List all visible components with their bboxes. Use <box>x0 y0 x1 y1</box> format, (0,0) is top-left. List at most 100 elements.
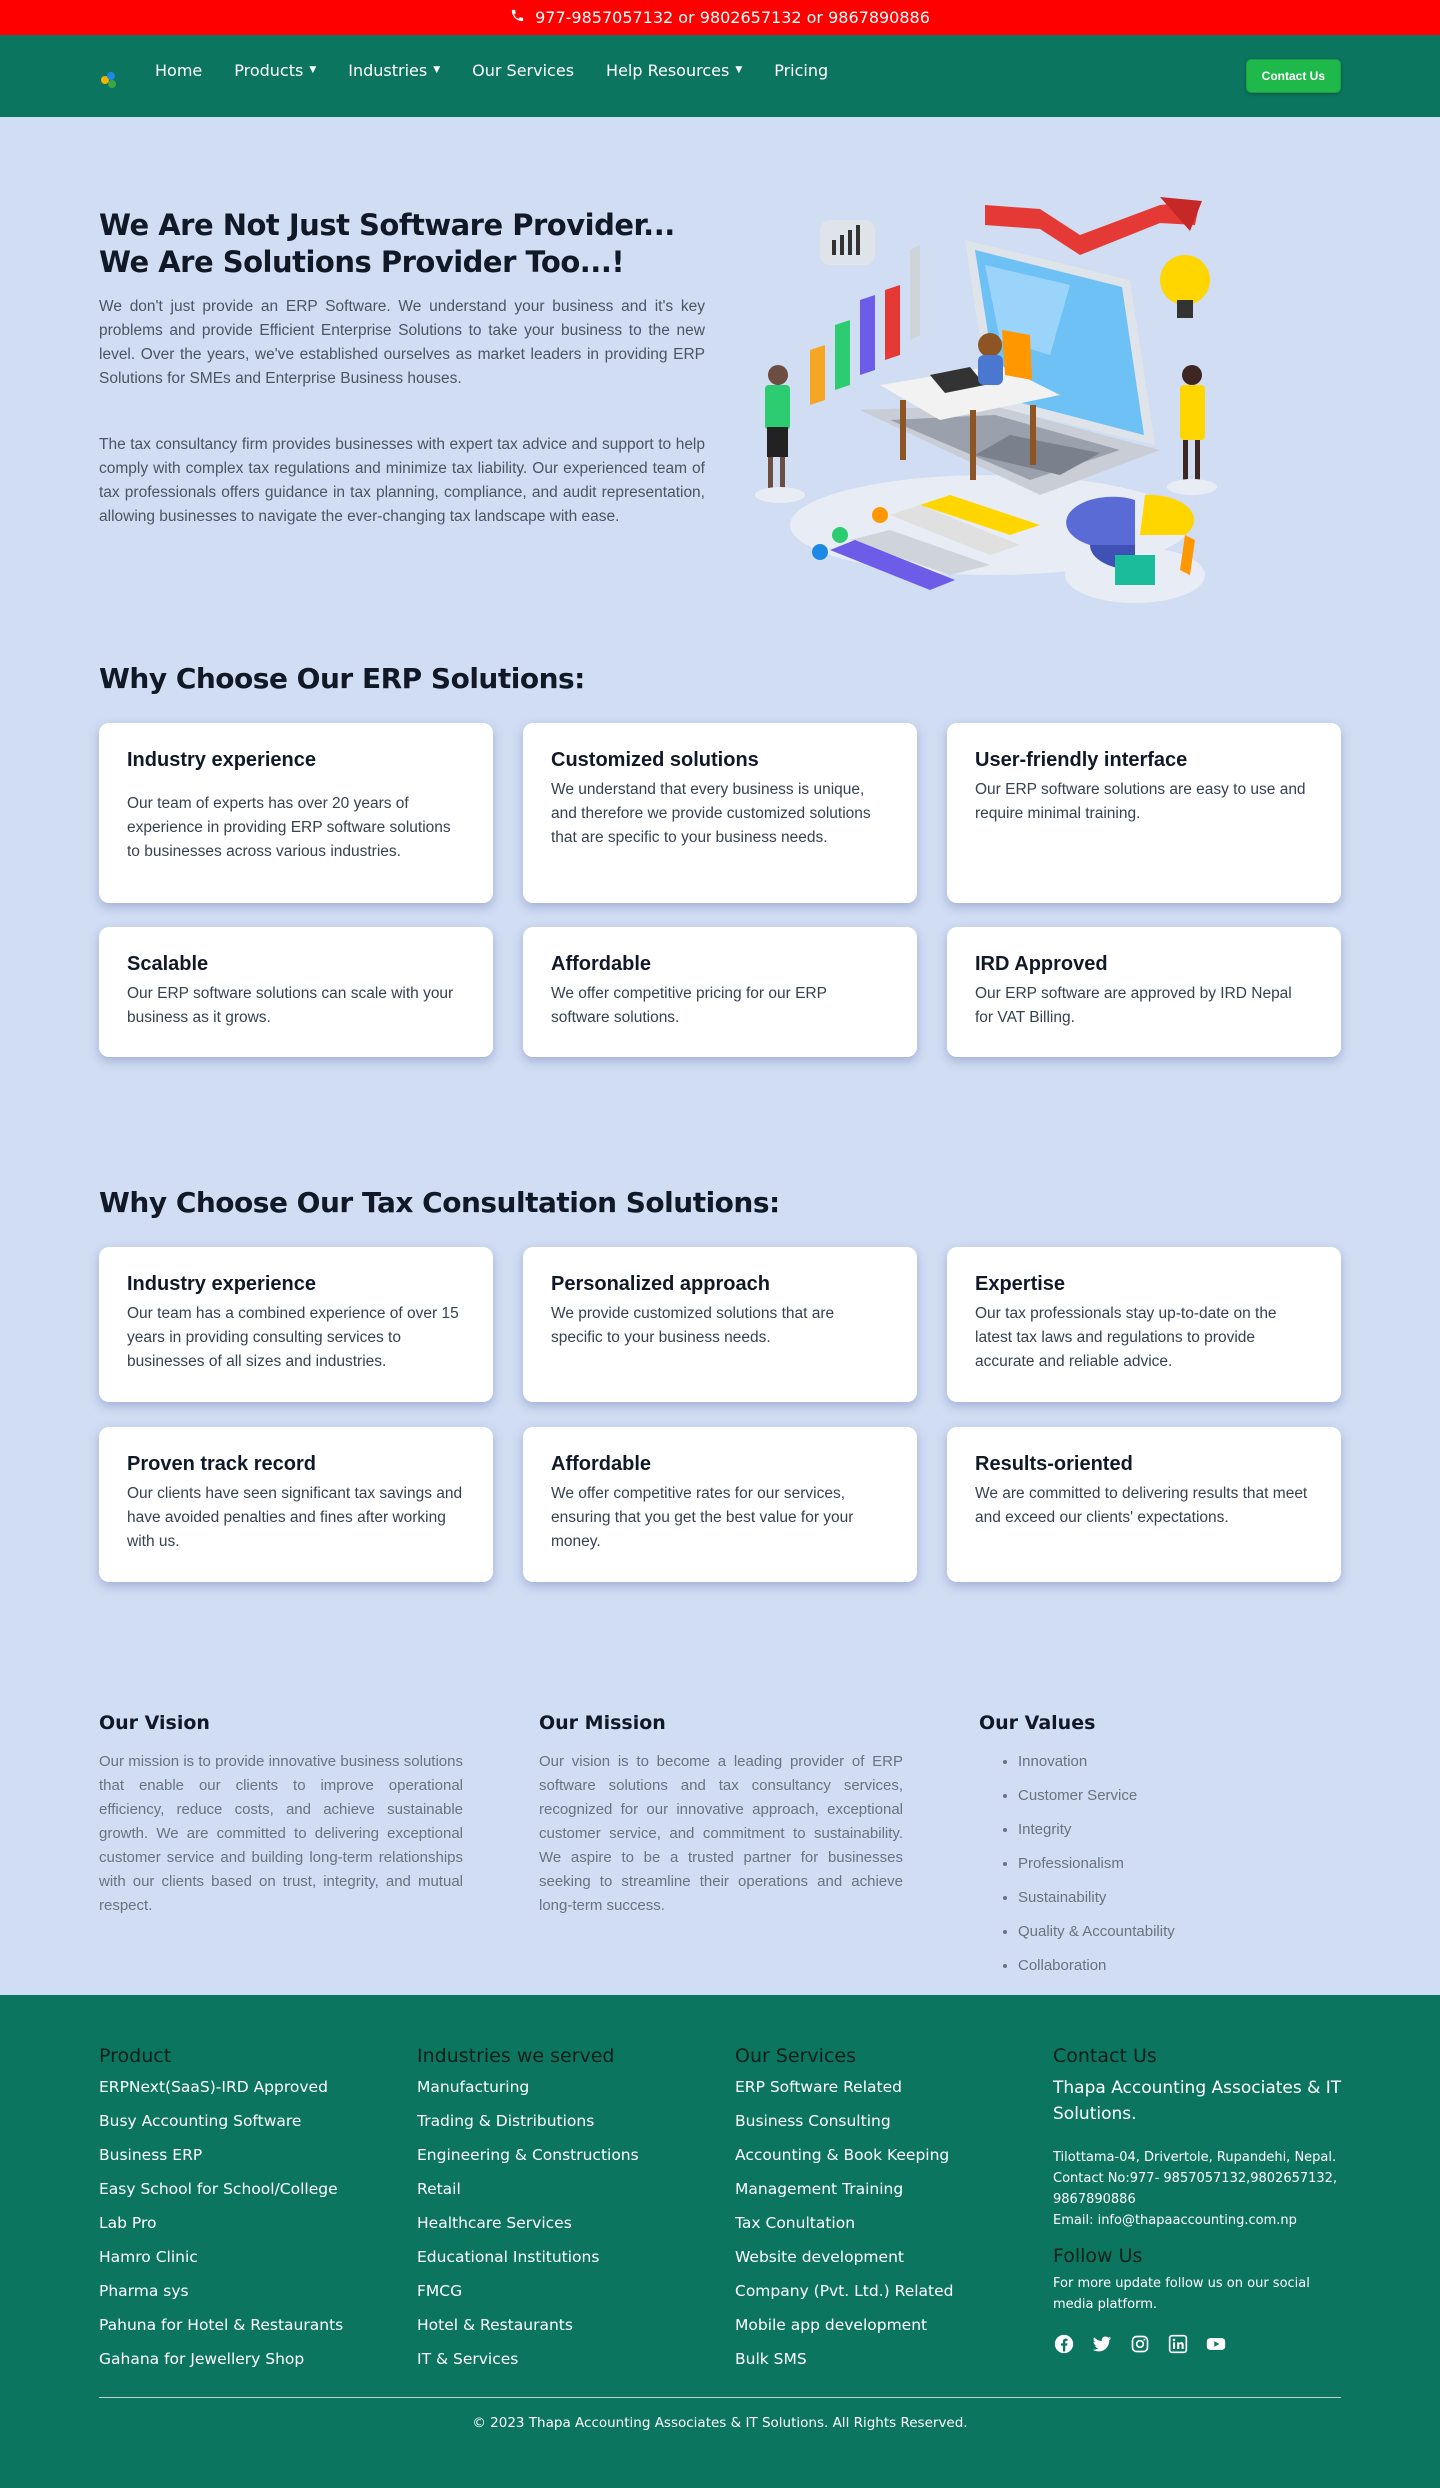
tax-card-results-oriented: Results-oriented We are committed to del… <box>947 1427 1341 1582</box>
tax-card-proven-track-record: Proven track record Our clients have see… <box>99 1427 493 1582</box>
footer-link[interactable]: Busy Accounting Software <box>99 2109 343 2143</box>
footer-services-title: Our Services <box>735 2045 856 2067</box>
values-item: Integrity <box>1018 1820 1175 1854</box>
footer-link[interactable]: Retail <box>417 2177 639 2211</box>
nav-our-services[interactable]: Our Services <box>472 61 574 80</box>
erp-card-user-friendly: User-friendly interface Our ERP software… <box>947 723 1341 903</box>
footer-link[interactable]: Business ERP <box>99 2143 343 2177</box>
footer-link[interactable]: Hamro Clinic <box>99 2245 343 2279</box>
footer-link[interactable]: Bulk SMS <box>735 2347 953 2381</box>
mission-text: Our vision is to become a leading provid… <box>539 1753 903 1914</box>
hero-illustration <box>755 197 1217 603</box>
footer-link[interactable]: Manufacturing <box>417 2075 639 2109</box>
vision-text: Our mission is to provide innovative bus… <box>99 1753 463 1914</box>
facebook-icon[interactable] <box>1053 2333 1075 2355</box>
footer-link[interactable]: Hotel & Restaurants <box>417 2313 639 2347</box>
footer-link[interactable]: Engineering & Constructions <box>417 2143 639 2177</box>
card-text: Our team has a combined experience of ov… <box>127 1305 459 1370</box>
caret-down-icon: ▼ <box>433 65 441 75</box>
erp-card-industry-experience: Industry experience Our team of experts … <box>99 723 493 903</box>
footer-link[interactable]: IT & Services <box>417 2347 639 2381</box>
footer-email[interactable]: Email: info@thapaaccounting.com.np <box>1053 2210 1343 2231</box>
hero-title-line1: We Are Not Just Software Provider... <box>99 208 675 242</box>
footer-services-column: Our Services ERP Software Related Busine… <box>735 2045 953 2381</box>
twitter-icon[interactable] <box>1091 2333 1113 2355</box>
tax-card-expertise: Expertise Our tax professionals stay up-… <box>947 1247 1341 1402</box>
footer-link[interactable]: Accounting & Book Keeping <box>735 2143 953 2177</box>
main-navbar: Home Products ▼ Industries ▼ Our Services … <box>0 35 1440 117</box>
card-title: Industry experience <box>127 749 316 771</box>
footer-link[interactable]: Business Consulting <box>735 2109 953 2143</box>
card-text: Our clients have seen significant tax sa… <box>127 1485 463 1550</box>
footer-link[interactable]: Trading & Distributions <box>417 2109 639 2143</box>
footer-phone: Contact No:977- 9857057132,9802657132, 9… <box>1053 2171 1338 2207</box>
footer-link[interactable]: Pharma sys <box>99 2279 343 2313</box>
tax-card-industry-experience: Industry experience Our team has a combi… <box>99 1247 493 1402</box>
footer-follow-text: For more update follow us on our social … <box>1053 2276 1310 2312</box>
footer-address-block: Tilottama-04, Drivertole, Rupandehi, Nep… <box>1053 2147 1343 2231</box>
hero-paragraph-tax: The tax consultancy firm provides busine… <box>99 436 705 525</box>
footer-address: Tilottama-04, Drivertole, Rupandehi, Nep… <box>1053 2150 1337 2165</box>
card-text: Our team of experts has over 20 years of… <box>127 795 451 860</box>
footer-link[interactable]: Easy School for School/College <box>99 2177 343 2211</box>
footer-link[interactable]: Educational Institutions <box>417 2245 639 2279</box>
card-text: We are committed to delivering results t… <box>975 1485 1308 1526</box>
hero-title: We Are Not Just Software Provider... We … <box>99 207 719 281</box>
footer-divider <box>99 2397 1341 2398</box>
nav-home[interactable]: Home <box>155 61 202 80</box>
footer-link[interactable]: ERPNext(SaaS)-IRD Approved <box>99 2075 343 2109</box>
erp-card-customized-solutions: Customized solutions We understand that … <box>523 723 917 903</box>
hero-title-line2: We Are Solutions Provider Too...! <box>99 245 625 279</box>
card-title: Personalized approach <box>551 1273 770 1295</box>
vision-title: Our Vision <box>99 1712 210 1734</box>
card-title: Expertise <box>975 1273 1066 1295</box>
card-text: Our ERP software solutions can scale wit… <box>127 985 454 1026</box>
card-title: User-friendly interface <box>975 749 1188 771</box>
values-item: Innovation <box>1018 1752 1175 1786</box>
footer-link[interactable]: Mobile app development <box>735 2313 953 2347</box>
card-text: Our ERP software solutions are easy to u… <box>975 781 1306 822</box>
youtube-icon[interactable] <box>1205 2333 1227 2355</box>
footer-products-title: Product <box>99 2045 172 2067</box>
footer-contact-title: Contact Us <box>1053 2045 1157 2067</box>
card-text: We provide customized solutions that are… <box>551 1305 835 1346</box>
card-text: We understand that every business is uni… <box>551 781 871 846</box>
site-footer: Product ERPNext(SaaS)-IRD Approved Busy … <box>0 1995 1440 2488</box>
nav-help-resources[interactable]: Help Resources ▼ <box>606 61 742 80</box>
linkedin-icon[interactable] <box>1167 2333 1189 2355</box>
footer-link[interactable]: Lab Pro <box>99 2211 343 2245</box>
footer-link[interactable]: Gahana for Jewellery Shop <box>99 2347 343 2381</box>
caret-down-icon: ▼ <box>735 65 743 75</box>
card-title: Results-oriented <box>975 1453 1133 1475</box>
phone-numbers: 977-9857057132 or 9802657132 or 98678908… <box>535 8 930 27</box>
brand-logo[interactable] <box>99 70 121 92</box>
footer-industries-title: Industries we served <box>417 2045 615 2067</box>
caret-down-icon: ▼ <box>309 65 317 75</box>
instagram-icon[interactable] <box>1129 2333 1151 2355</box>
phone-icon <box>510 8 525 27</box>
nav-pricing[interactable]: Pricing <box>774 61 828 80</box>
contact-us-button[interactable]: Contact Us <box>1245 59 1341 93</box>
footer-link[interactable]: FMCG <box>417 2279 639 2313</box>
footer-link[interactable]: ERP Software Related <box>735 2075 953 2109</box>
card-title: Scalable <box>127 953 209 975</box>
erp-section-title: Why Choose Our ERP Solutions: <box>99 662 585 695</box>
footer-link[interactable]: Website development <box>735 2245 953 2279</box>
card-text: Our ERP software are approved by IRD Nep… <box>975 985 1292 1026</box>
erp-card-scalable: Scalable Our ERP software solutions can … <box>99 927 493 1057</box>
nav-industries[interactable]: Industries ▼ <box>348 61 440 80</box>
erp-card-affordable: Affordable We offer competitive pricing … <box>523 927 917 1057</box>
footer-link[interactable]: Healthcare Services <box>417 2211 639 2245</box>
top-contact-bar: 977-9857057132 or 9802657132 or 98678908… <box>0 0 1440 35</box>
card-title: Customized solutions <box>551 749 759 771</box>
footer-link[interactable]: Tax Conultation <box>735 2211 953 2245</box>
values-list: Innovation Customer Service Integrity Pr… <box>1018 1752 1175 1990</box>
card-title: Affordable <box>551 1453 651 1475</box>
card-title: Proven track record <box>127 1453 316 1475</box>
nav-products[interactable]: Products ▼ <box>234 61 316 80</box>
footer-link[interactable]: Company (Pvt. Ltd.) Related <box>735 2279 953 2313</box>
footer-link[interactable]: Management Training <box>735 2177 953 2211</box>
card-text: We offer competitive rates for our servi… <box>551 1485 854 1550</box>
footer-link[interactable]: Pahuna for Hotel & Restaurants <box>99 2313 343 2347</box>
values-item: Quality & Accountability <box>1018 1922 1175 1956</box>
